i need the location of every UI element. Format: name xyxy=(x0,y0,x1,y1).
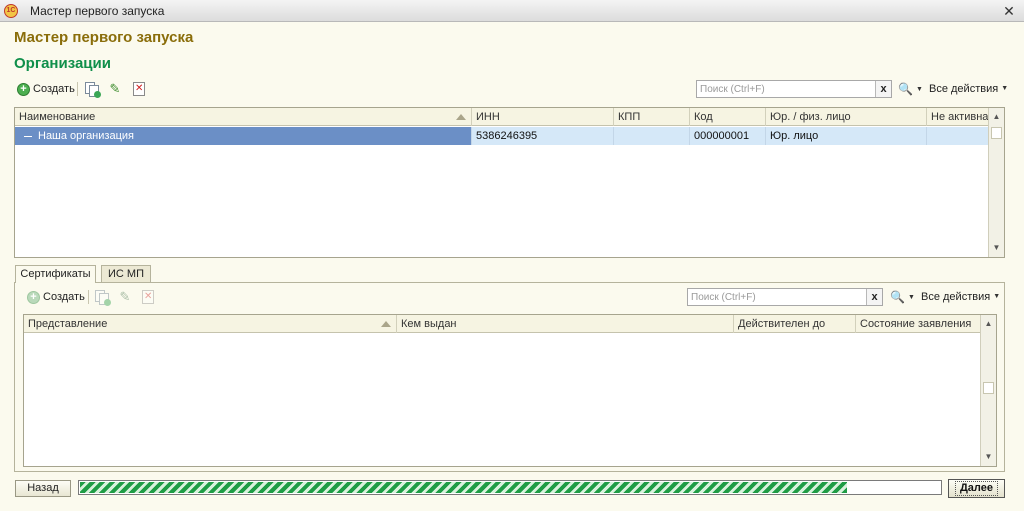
cert-edit-button[interactable]: ✎ xyxy=(118,288,132,306)
org-all-actions-menu[interactable]: Все действия ▼ xyxy=(929,80,1008,98)
org-search-input[interactable] xyxy=(697,81,891,97)
cert-col-issuer[interactable]: Кем выдан xyxy=(397,315,734,333)
chevron-down-icon: ▼ xyxy=(993,293,1001,301)
scroll-down-icon[interactable]: ▼ xyxy=(981,449,996,465)
org-table: Наименование ИНН КПП Код Юр. / физ. лицо… xyxy=(14,107,1005,258)
toolbar-separator xyxy=(88,290,89,304)
plus-icon: + xyxy=(27,290,40,304)
org-type-cell[interactable]: Юр. лицо xyxy=(766,127,927,145)
org-col-inactive[interactable]: Не активна xyxy=(927,108,990,126)
cert-delete-button[interactable] xyxy=(142,288,154,306)
org-scrollbar[interactable]: ▲ ▼ xyxy=(988,108,1004,257)
cert-table: Представление Кем выдан Действителен до … xyxy=(23,314,997,467)
cert-create-label: Создать xyxy=(43,291,85,303)
org-delete-button[interactable] xyxy=(133,80,145,98)
page-title: Мастер первого запуска xyxy=(14,29,194,46)
cert-all-actions-label: Все действия xyxy=(921,291,991,303)
org-col-name[interactable]: Наименование xyxy=(15,108,472,126)
org-col-kpp[interactable]: КПП xyxy=(614,108,690,126)
tab-certificates[interactable]: Сертификаты xyxy=(15,265,96,283)
scroll-up-icon[interactable]: ▲ xyxy=(989,109,1004,125)
window-title: Мастер первого запуска xyxy=(30,4,165,18)
org-all-actions-label: Все действия xyxy=(929,83,999,95)
org-create-button[interactable]: + Создать xyxy=(17,80,75,98)
cert-create-button[interactable]: + Создать xyxy=(27,288,85,306)
delete-icon xyxy=(142,290,154,304)
section-title-organizations: Организации xyxy=(14,55,111,72)
org-search-clear-button[interactable]: x xyxy=(875,81,891,97)
plus-icon: + xyxy=(17,82,30,96)
scroll-down-icon[interactable]: ▼ xyxy=(989,240,1004,256)
next-label: Далее xyxy=(954,481,999,496)
copy-icon xyxy=(95,289,111,306)
scroll-up-icon[interactable]: ▲ xyxy=(981,316,996,332)
cert-search-button[interactable]: 🔍 ▼ xyxy=(890,288,915,306)
org-search-button[interactable]: 🔍 ▼ xyxy=(898,80,923,98)
org-col-type[interactable]: Юр. / физ. лицо xyxy=(766,108,927,126)
window-titlebar: 1С Мастер первого запуска ✕ xyxy=(0,0,1024,22)
next-button[interactable]: Далее xyxy=(948,479,1005,498)
scroll-thumb[interactable] xyxy=(991,127,1002,139)
org-table-header: Наименование ИНН КПП Код Юр. / физ. лицо… xyxy=(15,108,988,126)
chevron-down-icon: ▼ xyxy=(915,85,923,93)
org-search-field[interactable]: x xyxy=(696,80,892,98)
cert-col-valid-until[interactable]: Действителен до xyxy=(734,315,856,333)
cert-search-clear-button[interactable]: x xyxy=(866,289,882,305)
close-icon[interactable]: ✕ xyxy=(1000,2,1018,20)
1c-logo-icon: 1С xyxy=(4,4,18,18)
copy-icon xyxy=(85,81,101,98)
chevron-down-icon: ▼ xyxy=(1001,85,1009,93)
org-code-cell[interactable]: 000000001 xyxy=(690,127,766,145)
minus-icon xyxy=(24,135,32,137)
org-inactive-cell[interactable] xyxy=(927,127,990,145)
progress-bar xyxy=(78,480,942,495)
sort-icon xyxy=(381,321,391,327)
org-kpp-cell[interactable] xyxy=(614,127,690,145)
certificates-panel: + Создать ✎ x 🔍▼ Все действия▼ Представл… xyxy=(14,282,1005,472)
org-edit-button[interactable]: ✎ xyxy=(108,80,122,98)
cert-search-input[interactable] xyxy=(688,289,882,305)
progress-fill xyxy=(80,482,848,493)
pencil-icon: ✎ xyxy=(109,81,121,96)
org-name-cell[interactable]: Наша организация xyxy=(15,127,472,145)
back-button[interactable]: Назад xyxy=(15,480,71,497)
chevron-down-icon: ▼ xyxy=(907,293,915,301)
scroll-thumb[interactable] xyxy=(983,382,994,394)
search-icon: 🔍 xyxy=(898,82,913,96)
delete-icon xyxy=(133,82,145,96)
org-col-inn[interactable]: ИНН xyxy=(472,108,614,126)
org-create-label: Создать xyxy=(33,83,75,95)
sort-icon xyxy=(456,114,466,120)
cert-col-status[interactable]: Состояние заявления xyxy=(856,315,982,333)
cert-col-representation[interactable]: Представление xyxy=(24,315,397,333)
org-col-code[interactable]: Код xyxy=(690,108,766,126)
cert-scrollbar[interactable]: ▲ ▼ xyxy=(980,315,996,466)
cert-search-field[interactable]: x xyxy=(687,288,883,306)
cert-copy-button[interactable] xyxy=(95,288,111,306)
org-inn-cell[interactable]: 5386246395 xyxy=(472,127,614,145)
search-icon: 🔍 xyxy=(890,290,905,304)
toolbar-separator xyxy=(77,82,78,96)
org-copy-button[interactable] xyxy=(85,80,101,98)
cert-table-header: Представление Кем выдан Действителен до … xyxy=(24,315,980,333)
tab-is-mp[interactable]: ИС МП xyxy=(101,265,151,282)
pencil-icon: ✎ xyxy=(119,289,131,304)
table-row[interactable]: Наша организация 5386246395 000000001 Юр… xyxy=(15,127,988,145)
cert-all-actions-menu[interactable]: Все действия ▼ xyxy=(921,288,1000,306)
